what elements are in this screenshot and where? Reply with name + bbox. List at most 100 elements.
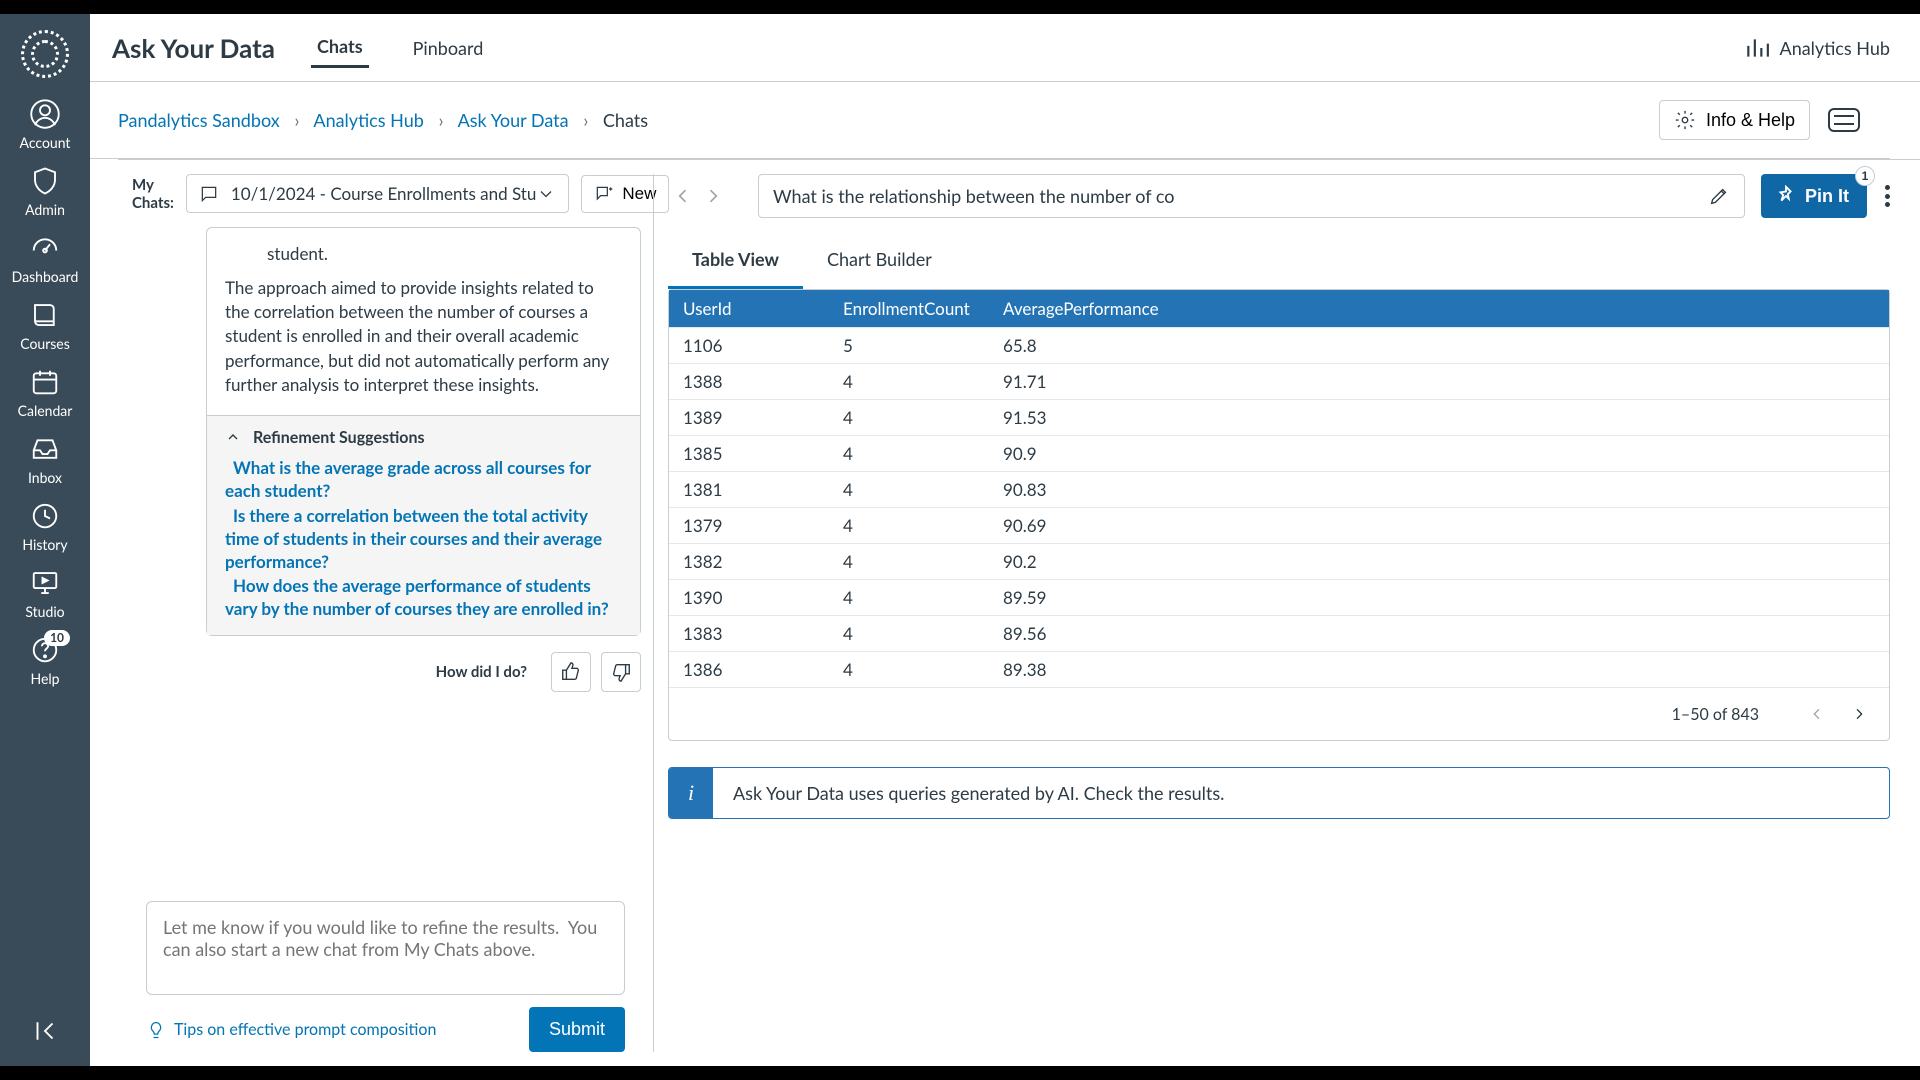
results-table: UserId EnrollmentCount AveragePerformanc… xyxy=(668,289,1890,741)
calendar-icon xyxy=(29,366,61,398)
tab-pinboard[interactable]: Pinboard xyxy=(407,29,490,67)
pager-prev-button[interactable] xyxy=(1805,702,1829,726)
analytics-hub-link[interactable]: Analytics Hub xyxy=(1744,35,1890,61)
answer-paragraph: The approach aimed to provide insights r… xyxy=(225,276,622,397)
cell-enrollmentcount: 4 xyxy=(829,436,989,472)
pin-it-button[interactable]: Pin It 1 xyxy=(1761,174,1867,218)
nav-label: Calendar xyxy=(18,402,73,419)
table-row[interactable]: 1389491.53 xyxy=(669,400,1889,436)
more-menu-button[interactable] xyxy=(1885,185,1890,207)
table-row[interactable]: 1382490.2 xyxy=(669,544,1889,580)
nav-collapse-button[interactable] xyxy=(30,1016,60,1050)
prev-question-button[interactable] xyxy=(668,181,698,211)
results-pane: What is the relationship between the num… xyxy=(654,160,1920,1066)
app-logo-icon[interactable] xyxy=(21,30,69,78)
breadcrumb: Pandalytics Sandbox › Analytics Hub › As… xyxy=(118,109,648,131)
nav-label: Account xyxy=(20,134,71,151)
col-userid[interactable]: UserId xyxy=(669,290,829,328)
pencil-icon xyxy=(1708,185,1730,207)
thumbs-down-button[interactable] xyxy=(601,652,641,692)
cell-averageperformance: 89.56 xyxy=(989,616,1889,652)
chat-selector[interactable]: 10/1/2024 - Course Enrollments and Stu xyxy=(186,174,569,213)
info-help-button[interactable]: Info & Help xyxy=(1659,100,1810,140)
user-icon xyxy=(29,98,61,130)
tab-chats[interactable]: Chats xyxy=(311,27,369,68)
tips-label: Tips on effective prompt composition xyxy=(174,1020,436,1039)
pin-count: 1 xyxy=(1855,166,1875,186)
gauge-icon xyxy=(29,232,61,264)
crumb-sandbox[interactable]: Pandalytics Sandbox xyxy=(118,109,280,131)
nav-account[interactable]: Account xyxy=(0,98,90,151)
nav-inbox[interactable]: Inbox xyxy=(0,433,90,486)
cell-userid: 1379 xyxy=(669,508,829,544)
cell-userid: 1386 xyxy=(669,652,829,688)
table-row[interactable]: 1379490.69 xyxy=(669,508,1889,544)
nav-courses[interactable]: Courses xyxy=(0,299,90,352)
query-text: What is the relationship between the num… xyxy=(773,185,1708,207)
thumbs-down-icon xyxy=(610,661,632,683)
pager-next-button[interactable] xyxy=(1847,702,1871,726)
nav-calendar[interactable]: Calendar xyxy=(0,366,90,419)
table-row[interactable]: 1385490.9 xyxy=(669,436,1889,472)
cell-averageperformance: 91.53 xyxy=(989,400,1889,436)
col-enrollmentcount[interactable]: EnrollmentCount xyxy=(829,290,989,328)
nav-label: History xyxy=(22,536,67,553)
page-header: Ask Your Data Chats Pinboard Analytics H… xyxy=(90,14,1920,82)
shield-icon xyxy=(29,165,61,197)
gear-icon xyxy=(1674,109,1696,131)
col-averageperformance[interactable]: AveragePerformance xyxy=(989,290,1889,328)
suggestion-link[interactable]: What is the average grade across all cou… xyxy=(225,457,622,503)
nav-admin[interactable]: Admin xyxy=(0,165,90,218)
cell-userid: 1381 xyxy=(669,472,829,508)
query-display[interactable]: What is the relationship between the num… xyxy=(758,174,1745,218)
page-title: Ask Your Data xyxy=(112,32,275,64)
cell-enrollmentcount: 4 xyxy=(829,652,989,688)
tips-link[interactable]: Tips on effective prompt composition xyxy=(146,1020,436,1040)
cell-enrollmentcount: 4 xyxy=(829,508,989,544)
nav-help[interactable]: 10 Help xyxy=(0,634,90,687)
refinement-toggle[interactable]: Refinement Suggestions xyxy=(225,428,622,447)
cell-enrollmentcount: 5 xyxy=(829,328,989,364)
cell-averageperformance: 90.69 xyxy=(989,508,1889,544)
crumb-ask[interactable]: Ask Your Data xyxy=(458,109,569,131)
table-row[interactable]: 1390489.59 xyxy=(669,580,1889,616)
keyboard-shortcuts-button[interactable] xyxy=(1828,108,1860,132)
suggestion-link[interactable]: How does the average performance of stud… xyxy=(225,575,622,621)
chevron-left-icon xyxy=(673,186,693,206)
nav-label: Courses xyxy=(20,335,70,352)
table-row[interactable]: 1106565.8 xyxy=(669,328,1889,364)
tab-chart-builder[interactable]: Chart Builder xyxy=(803,232,956,289)
nav-dashboard[interactable]: Dashboard xyxy=(0,232,90,285)
pin-icon xyxy=(1775,185,1797,207)
pager-info: 1–50 of 843 xyxy=(1672,705,1759,724)
table-row[interactable]: 1383489.56 xyxy=(669,616,1889,652)
table-row[interactable]: 1386489.38 xyxy=(669,652,1889,688)
chat-pane: My Chats: 10/1/2024 - Course Enrollments… xyxy=(118,160,653,1066)
submit-button[interactable]: Submit xyxy=(529,1007,625,1052)
lightbulb-icon xyxy=(146,1020,166,1040)
feedback-question: How did I do? xyxy=(436,663,527,681)
cell-averageperformance: 65.8 xyxy=(989,328,1889,364)
suggestion-link[interactable]: Is there a correlation between the total… xyxy=(225,505,622,574)
crumb-hub[interactable]: Analytics Hub xyxy=(313,109,423,131)
chevron-up-icon xyxy=(225,429,241,445)
table-row[interactable]: 1388491.71 xyxy=(669,364,1889,400)
cell-enrollmentcount: 4 xyxy=(829,544,989,580)
cell-enrollmentcount: 4 xyxy=(829,364,989,400)
cell-averageperformance: 91.71 xyxy=(989,364,1889,400)
cell-averageperformance: 89.59 xyxy=(989,580,1889,616)
table-pager: 1–50 of 843 xyxy=(669,687,1889,740)
next-question-button[interactable] xyxy=(698,181,728,211)
thumbs-up-button[interactable] xyxy=(551,652,591,692)
nav-studio[interactable]: Studio xyxy=(0,567,90,620)
table-row[interactable]: 1381490.83 xyxy=(669,472,1889,508)
new-chat-label: New xyxy=(622,184,656,204)
chevron-right-icon xyxy=(703,186,723,206)
tab-table-view[interactable]: Table View xyxy=(668,232,803,289)
compose-input[interactable] xyxy=(147,902,624,990)
refinement-heading: Refinement Suggestions xyxy=(253,428,425,447)
nav-history[interactable]: History xyxy=(0,500,90,553)
refinement-section: Refinement Suggestions What is the avera… xyxy=(207,415,640,636)
cell-userid: 1383 xyxy=(669,616,829,652)
nav-label: Help xyxy=(30,670,59,687)
